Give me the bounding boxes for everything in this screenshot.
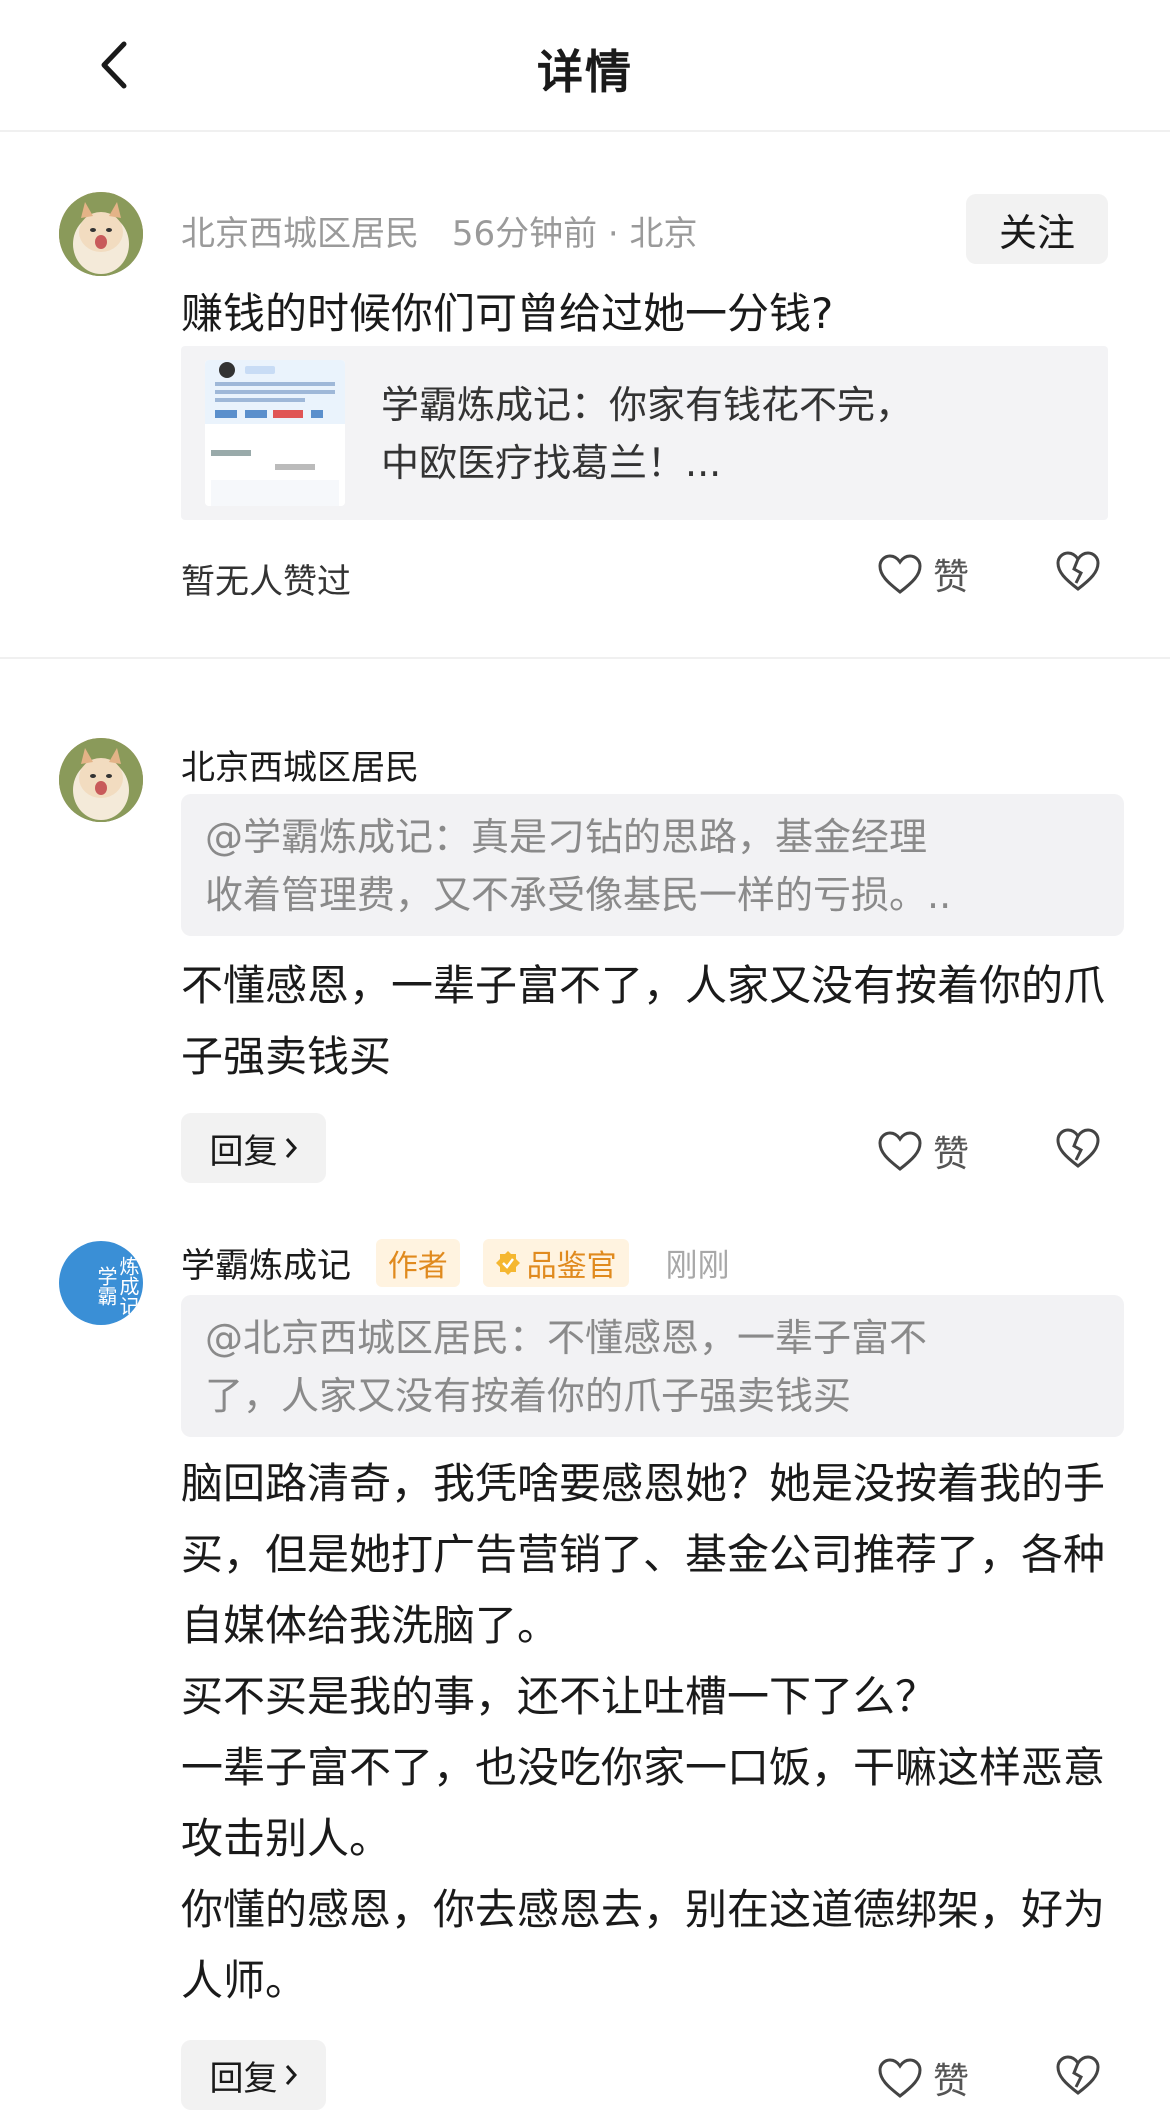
cat-avatar-image bbox=[59, 192, 143, 276]
avatar[interactable] bbox=[59, 738, 143, 822]
like-button[interactable]: 赞 bbox=[877, 2052, 969, 2104]
post-time: 56分钟前 · 北京 bbox=[451, 214, 698, 254]
reply-label: 回复 bbox=[209, 2058, 278, 2099]
comment-text: 脑回路清奇，我凭啥要感恩她？她是没按着我的手买，但是她打广告营销了、基金公司推荐… bbox=[181, 1459, 1106, 2005]
page-title: 详情 bbox=[537, 45, 633, 99]
broken-heart-icon bbox=[1056, 1128, 1100, 1168]
comment-author[interactable]: 学霸炼成记 bbox=[181, 1246, 351, 1286]
reply-label: 回复 bbox=[209, 1131, 278, 1172]
chevron-right-icon bbox=[285, 2065, 297, 2085]
author-name[interactable]: 北京西城区居民 bbox=[181, 214, 419, 254]
comment-text: 不懂感恩，一辈子富不了，人家又没有按着你的爪子强卖钱买 bbox=[181, 961, 1106, 1081]
avatar[interactable]: 炼成记学霸 bbox=[59, 1241, 143, 1325]
post-meta: 北京西城区居民 56分钟前 · 北京 bbox=[181, 206, 698, 255]
post-text: 赚钱的时候你们可曾给过她一分钱? bbox=[181, 289, 834, 338]
top-nav-bar: 详情 bbox=[0, 0, 1170, 132]
reply-button[interactable]: 回复 bbox=[181, 2040, 326, 2110]
reply-button[interactable]: 回复 bbox=[181, 1113, 326, 1183]
judge-badge: 品鉴官 bbox=[482, 1238, 629, 1287]
comment-author[interactable]: 北京西城区居民 bbox=[181, 740, 419, 789]
dislike-button[interactable] bbox=[1055, 1127, 1103, 1175]
cat-avatar-image bbox=[59, 738, 143, 822]
section-divider bbox=[0, 657, 1170, 659]
follow-button[interactable]: 关注 bbox=[966, 194, 1108, 264]
heart-icon bbox=[878, 1131, 922, 1171]
like-label: 赞 bbox=[933, 2061, 970, 2102]
heart-icon bbox=[878, 2058, 922, 2098]
comment-author-line: 学霸炼成记 作者 品鉴官 刚刚 bbox=[181, 1238, 729, 1287]
author-badge: 作者 bbox=[375, 1238, 460, 1287]
chevron-right-icon bbox=[285, 1138, 297, 1158]
verified-check-icon bbox=[495, 1250, 520, 1275]
quoted-comment[interactable]: @学霸炼成记：真是刁钻的思路，基金经理 收着管理费，又不承受像基民一样的亏损。.… bbox=[181, 794, 1124, 936]
broken-heart-icon bbox=[1056, 551, 1100, 591]
comment-time: 刚刚 bbox=[665, 1245, 730, 1284]
shared-article-card[interactable]: 学霸炼成记：你家有钱花不完， 中欧医疗找葛兰！... bbox=[181, 346, 1108, 520]
quoted-comment[interactable]: @北京西城区居民：不懂感恩，一辈子富不 了，人家又没有按着你的爪子强卖钱买 bbox=[181, 1295, 1124, 1437]
like-button[interactable]: 赞 bbox=[877, 1125, 969, 1177]
article-thumbnail bbox=[205, 360, 345, 506]
broken-heart-icon bbox=[1056, 2055, 1100, 2095]
avatar[interactable] bbox=[59, 192, 143, 276]
like-label: 赞 bbox=[933, 557, 970, 598]
dislike-button[interactable] bbox=[1055, 2054, 1103, 2102]
shared-article-title: 学霸炼成记：你家有钱花不完， 中欧医疗找葛兰！... bbox=[381, 383, 914, 485]
like-button[interactable]: 赞 bbox=[877, 548, 969, 600]
like-label: 赞 bbox=[933, 1134, 970, 1175]
dislike-button[interactable] bbox=[1055, 550, 1103, 598]
likes-summary: 暂无人赞过 bbox=[181, 562, 351, 602]
avatar-text: 炼成记学霸 bbox=[94, 1256, 140, 1316]
heart-icon bbox=[878, 554, 922, 594]
